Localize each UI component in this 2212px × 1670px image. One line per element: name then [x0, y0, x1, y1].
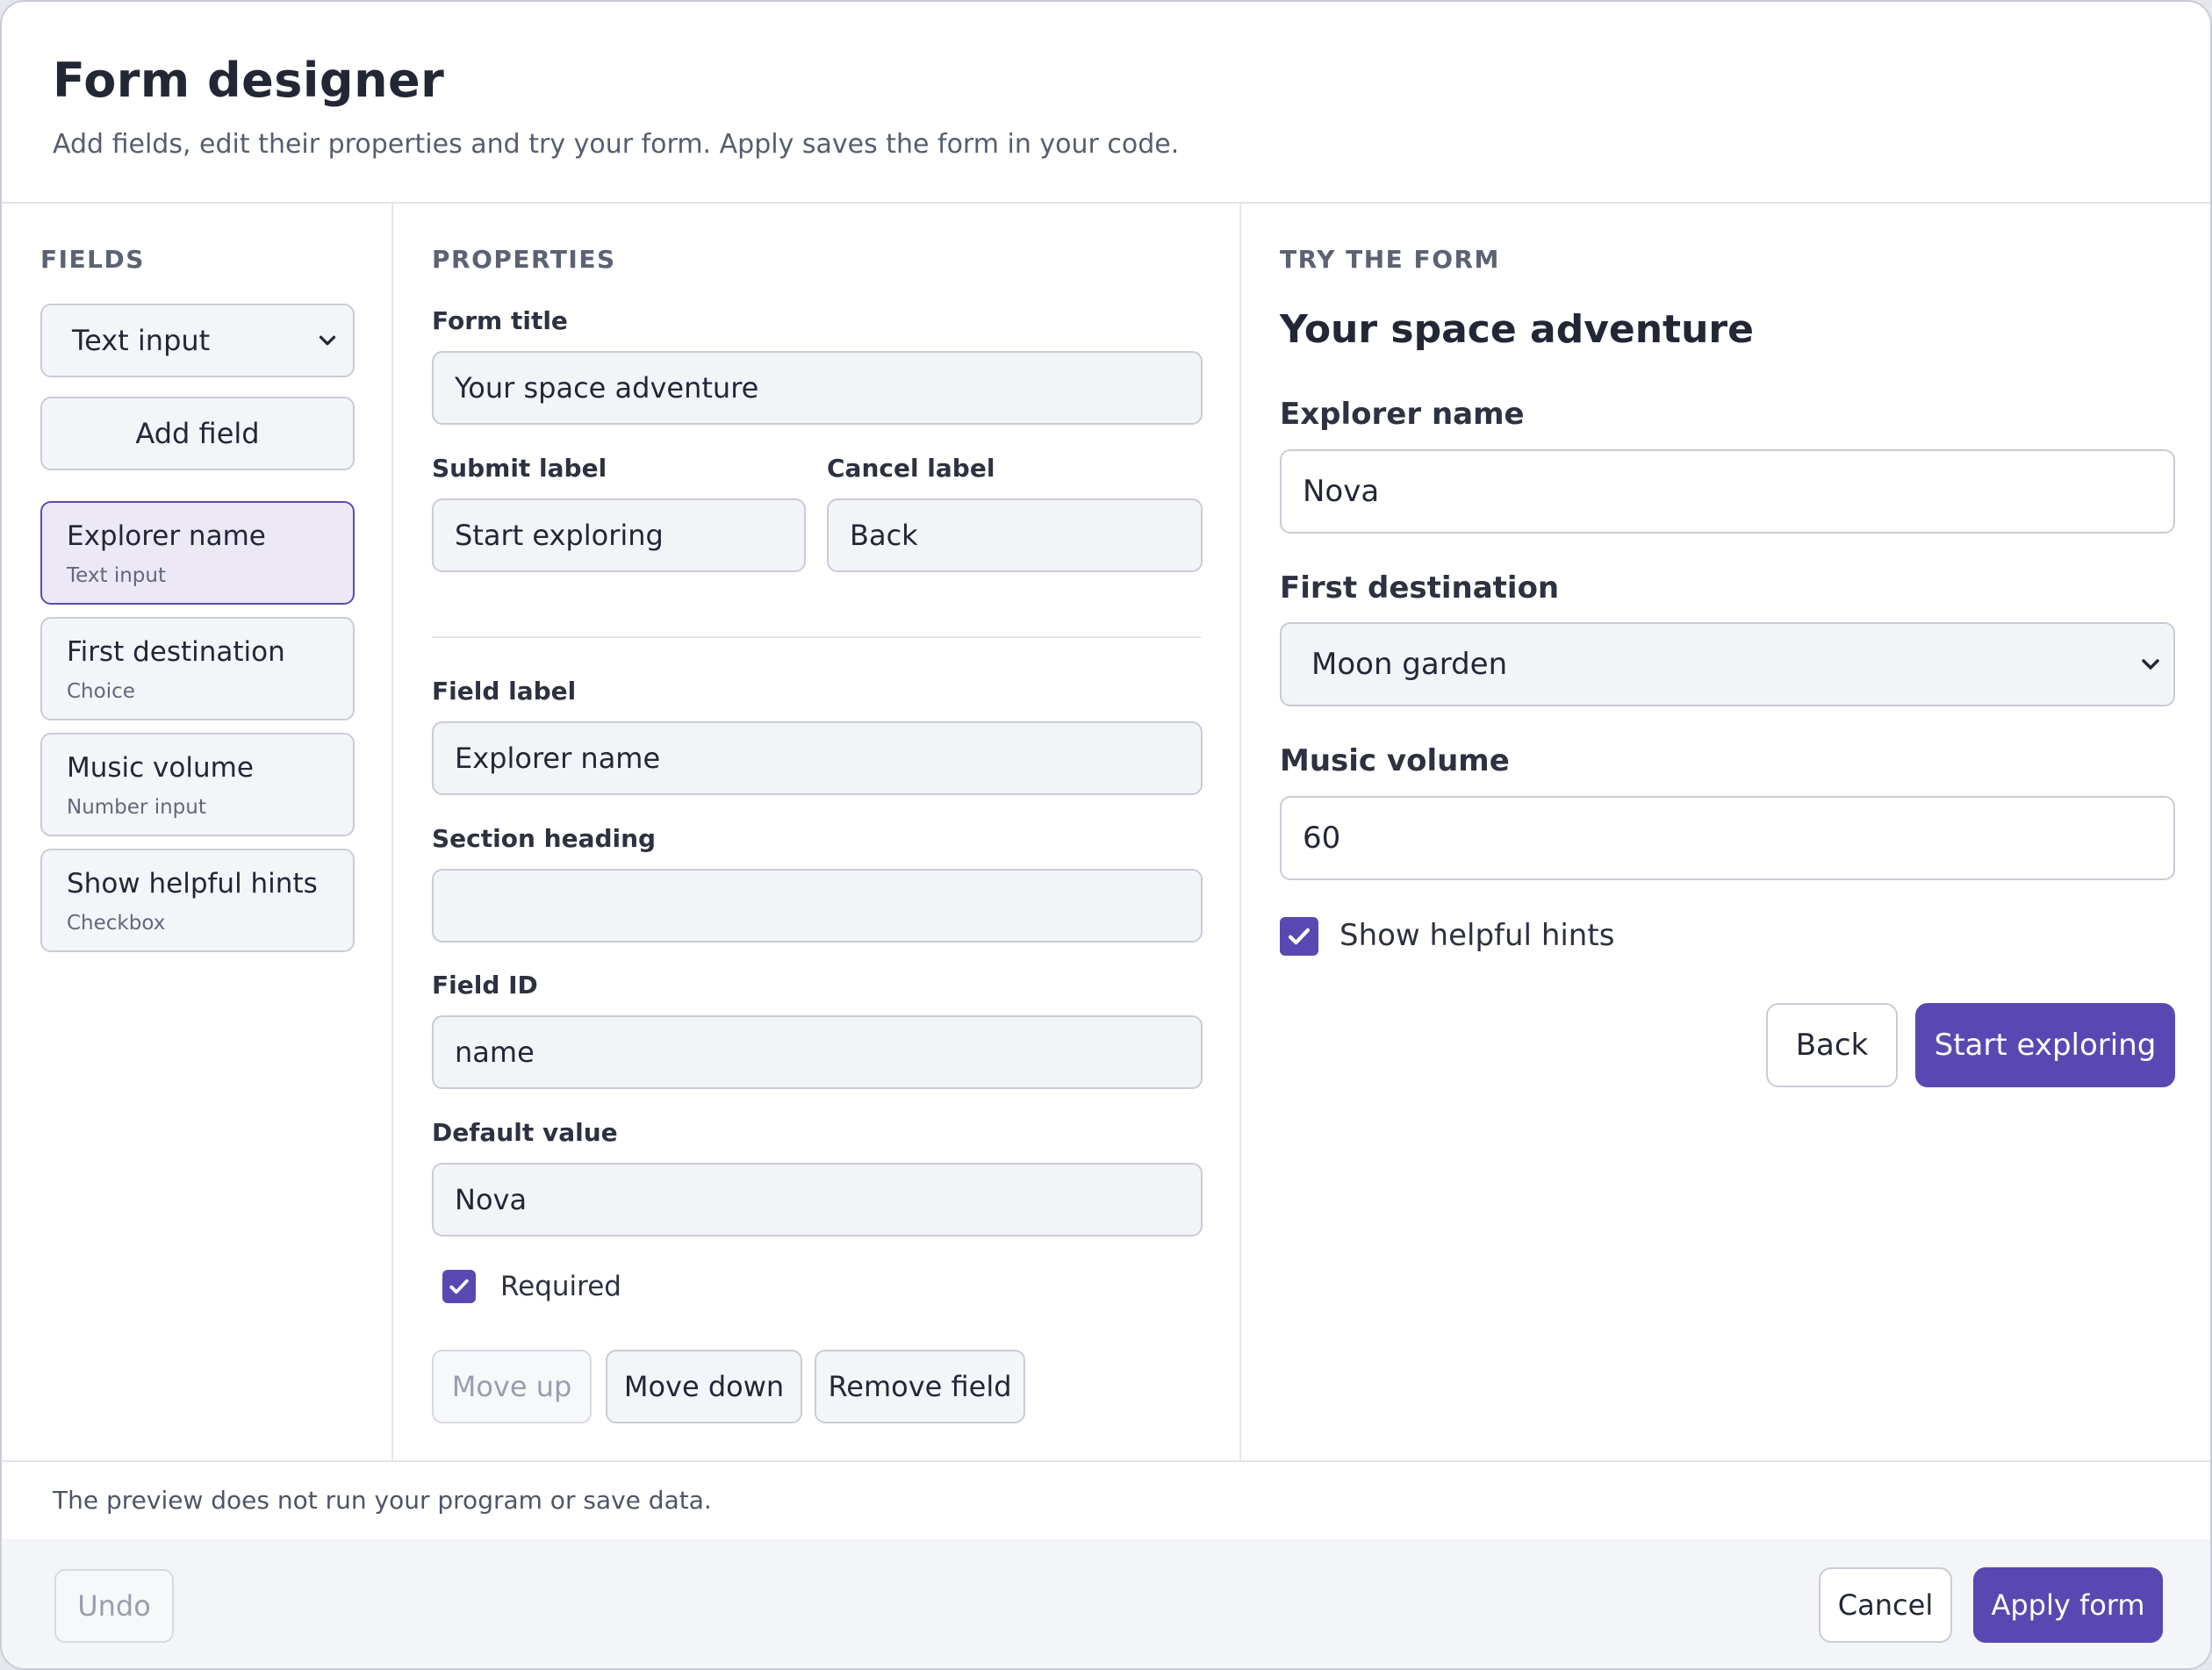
- preview-hints-checkbox[interactable]: [1280, 917, 1318, 956]
- form-title-label: Form title: [432, 306, 568, 335]
- field-item-name: Show helpful hints: [67, 868, 318, 900]
- field-id-value: name: [455, 1036, 535, 1069]
- field-id-input[interactable]: name: [432, 1015, 1203, 1089]
- field-item-music-volume[interactable]: Music volume Number input: [40, 733, 355, 836]
- move-up-button[interactable]: Move up: [432, 1350, 592, 1423]
- field-item-name: First destination: [67, 636, 285, 668]
- cancel-label-label: Cancel label: [827, 454, 995, 483]
- preview-form-title: Your space adventure: [1280, 307, 1754, 352]
- field-label-label: Field label: [432, 677, 577, 706]
- preview-volume-label: Music volume: [1280, 743, 1510, 778]
- field-label-value: Explorer name: [455, 742, 661, 775]
- field-item-type: Checkbox: [67, 912, 166, 935]
- preview-name-label: Explorer name: [1280, 397, 1525, 432]
- default-value-input[interactable]: Nova: [432, 1163, 1203, 1236]
- preview-back-button[interactable]: Back: [1766, 1003, 1898, 1087]
- default-value-value: Nova: [455, 1183, 528, 1216]
- apply-form-button[interactable]: Apply form: [1973, 1567, 2163, 1643]
- cancel-label-input[interactable]: Back: [827, 498, 1203, 572]
- default-value-label: Default value: [432, 1118, 618, 1147]
- field-type-select-value: Text input: [72, 324, 211, 357]
- form-title-input[interactable]: Your space adventure: [432, 351, 1203, 425]
- preview-destination-label: First destination: [1280, 570, 1560, 606]
- cancel-label-value: Back: [850, 519, 918, 552]
- properties-divider: [432, 636, 1201, 638]
- required-label: Required: [500, 1271, 621, 1302]
- field-id-label: Field ID: [432, 971, 538, 1000]
- preview-note: The preview does not run your program or…: [53, 1486, 712, 1515]
- fields-panel-title: Fields: [40, 245, 145, 274]
- field-label-input[interactable]: Explorer name: [432, 721, 1203, 795]
- try-form-panel-title: Try the form: [1280, 245, 1500, 274]
- fields-panel: Fields Text input Add field Explorer nam…: [2, 204, 393, 1460]
- field-item-type: Number input: [67, 796, 206, 819]
- field-item-explorer-name[interactable]: Explorer name Text input: [40, 501, 355, 605]
- preview-name-input[interactable]: Nova: [1280, 449, 2175, 534]
- preview-name-value: Nova: [1303, 474, 1380, 509]
- properties-panel: Properties Form title Your space adventu…: [393, 204, 1241, 1460]
- chevron-down-icon: [2142, 659, 2159, 670]
- preview-hints-label: Show helpful hints: [1339, 918, 1615, 953]
- preview-volume-value: 60: [1303, 821, 1341, 856]
- field-item-first-destination[interactable]: First destination Choice: [40, 617, 355, 720]
- try-form-panel: Try the form Your space adventure Explor…: [1241, 204, 2210, 1460]
- submit-label-input[interactable]: Start exploring: [432, 498, 806, 572]
- check-icon: [1288, 928, 1311, 945]
- submit-label-label: Submit label: [432, 454, 607, 483]
- check-icon: [449, 1279, 469, 1294]
- undo-button[interactable]: Undo: [54, 1569, 174, 1643]
- properties-panel-title: Properties: [432, 245, 616, 274]
- dialog-footer: Undo Cancel Apply form: [2, 1539, 2210, 1668]
- preview-submit-button[interactable]: Start exploring: [1915, 1003, 2175, 1087]
- form-title-value: Your space adventure: [455, 371, 759, 405]
- form-designer-dialog: Form designer Add fields, edit their pro…: [0, 0, 2212, 1670]
- dialog-subtitle: Add fields, edit their properties and tr…: [53, 129, 1180, 160]
- preview-note-bar: The preview does not run your program or…: [2, 1460, 2210, 1539]
- field-item-show-helpful-hints[interactable]: Show helpful hints Checkbox: [40, 849, 355, 952]
- section-heading-input[interactable]: [432, 869, 1203, 943]
- add-field-button[interactable]: Add field: [40, 397, 355, 470]
- submit-label-value: Start exploring: [455, 519, 664, 552]
- field-item-name: Music volume: [67, 752, 254, 784]
- required-checkbox[interactable]: [442, 1270, 476, 1303]
- preview-volume-input[interactable]: 60: [1280, 796, 2175, 880]
- remove-field-button[interactable]: Remove field: [815, 1350, 1025, 1423]
- field-type-select[interactable]: Text input: [40, 304, 355, 377]
- preview-destination-value: Moon garden: [1311, 647, 1508, 682]
- dialog-header: Form designer Add fields, edit their pro…: [2, 2, 2210, 204]
- move-down-button[interactable]: Move down: [606, 1350, 802, 1423]
- field-item-type: Choice: [67, 680, 135, 703]
- cancel-button[interactable]: Cancel: [1819, 1567, 1952, 1643]
- field-item-type: Text input: [67, 564, 166, 587]
- chevron-down-icon: [319, 335, 336, 346]
- preview-destination-select[interactable]: Moon garden: [1280, 622, 2175, 706]
- field-item-name: Explorer name: [67, 520, 266, 552]
- section-heading-label: Section heading: [432, 824, 657, 853]
- dialog-title: Form designer: [53, 53, 445, 108]
